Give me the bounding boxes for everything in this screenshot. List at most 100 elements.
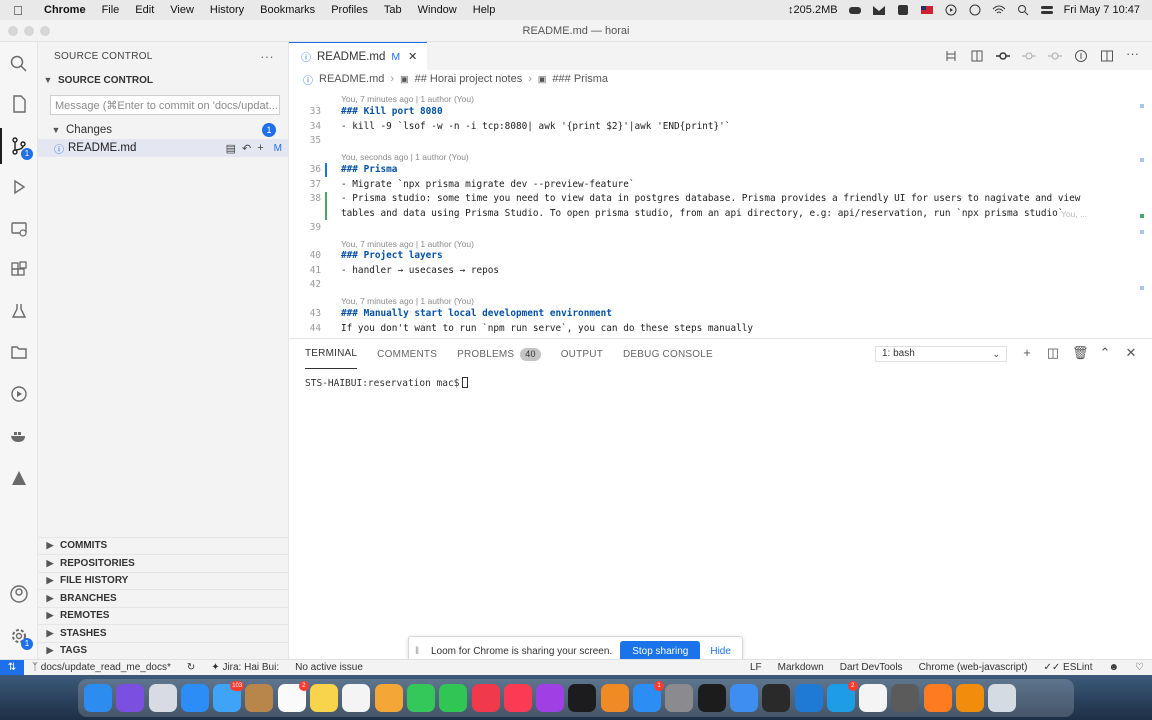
menu-edit[interactable]: Edit [127,4,162,16]
menu-window[interactable]: Window [410,4,465,16]
music-icon[interactable] [503,684,532,712]
dart-devtools[interactable]: Dart DevTools [832,662,911,673]
code-line[interactable]: 40 ### Project layers [289,249,1152,264]
manage-gear-icon[interactable]: 1 [7,624,33,650]
previous-change-icon[interactable] [1022,49,1036,63]
photos-icon[interactable] [374,684,403,712]
drag-handle-icon[interactable]: ‖ [415,646,425,657]
menu-profiles[interactable]: Profiles [323,4,376,16]
skype-icon[interactable]: 2 [826,681,858,712]
tab-output[interactable]: OUTPUT [561,339,603,369]
calculator-icon[interactable] [891,684,920,712]
vlc-icon[interactable] [956,684,985,712]
discard-changes-icon[interactable]: ↶ [242,142,251,155]
split-terminal-icon[interactable]: ◫ [1046,346,1060,360]
extensions-icon[interactable] [7,258,31,282]
section-repositories[interactable]: ▶ REPOSITORIES [38,554,289,572]
code-line[interactable]: 37 - Migrate `npx prisma migrate dev --pr… [289,178,1152,193]
explorer-icon[interactable] [7,92,31,116]
more-actions-icon[interactable]: ··· [1126,47,1140,63]
chrome-icon[interactable] [859,684,888,712]
menu-view[interactable]: View [162,4,202,16]
code-line[interactable]: 36 ### Prisma [289,163,1152,178]
docker-icon[interactable] [7,424,31,448]
menu-file[interactable]: File [94,4,128,16]
open-changes-icon[interactable] [944,49,958,63]
close-panel-icon[interactable]: ✕ [1124,346,1138,360]
finder-icon[interactable] [84,684,112,712]
language-mode[interactable]: Markdown [770,662,832,673]
terminal-icon[interactable] [697,684,726,712]
launchpad-icon[interactable] [148,684,177,712]
code-line[interactable]: 34 - kill -9 `lsof -w -n -i tcp:8080| awk… [289,120,1152,135]
search-icon[interactable] [7,52,31,76]
toggle-blame-icon[interactable] [1074,49,1088,63]
accounts-icon[interactable] [7,582,31,606]
live-share-icon[interactable] [7,382,31,406]
section-stashes[interactable]: ▶ STASHES [38,624,289,642]
play-icon[interactable] [944,4,958,16]
activity-monitor-icon[interactable] [762,684,791,712]
code-line[interactable]: 41 - handler → usecases → repos [289,264,1152,279]
notifications-bell-icon[interactable]: ♡ [1127,662,1152,673]
section-file-history[interactable]: ▶ FILE HISTORY [38,571,289,590]
open-preview-icon[interactable] [970,49,984,63]
section-remotes[interactable]: ▶ REMOTES [38,606,289,625]
contacts-icon[interactable] [245,684,274,712]
new-terminal-icon[interactable]: + [1020,346,1034,360]
commit-message-input[interactable]: Message (⌘Enter to commit on 'docs/updat… [50,95,280,115]
memory-readout[interactable]: ↕205.2MB [788,4,838,16]
menu-help[interactable]: Help [465,4,504,16]
zoom-window-button[interactable] [40,26,50,36]
run-debug-icon[interactable] [7,175,31,199]
code-line[interactable]: 35 [289,134,1152,149]
changes-group[interactable]: ▼ Changes 1 [38,121,288,139]
git-branch[interactable]: ᛉ docs/update_read_me_docs* [24,662,179,673]
minimize-window-button[interactable] [24,26,34,36]
appstore-icon[interactable]: 1 [633,681,665,712]
tv-icon[interactable] [568,684,597,712]
clock-icon[interactable] [968,4,982,16]
siri-icon[interactable] [116,684,145,712]
end-of-line[interactable]: LF [742,662,770,673]
gmail-icon[interactable] [872,4,886,16]
split-editor-icon[interactable] [1100,49,1114,63]
blame-annotation[interactable]: You, 7 minutes ago | 1 author (You) [341,295,474,307]
system-preferences-icon[interactable] [665,684,694,712]
breadcrumb-subsection[interactable]: ### Prisma [552,73,608,85]
xcode-icon[interactable] [729,684,758,712]
open-file-icon[interactable]: ▤ [226,142,236,155]
code-line[interactable]: 33 ### Kill port 8080 [289,105,1152,120]
news-icon[interactable] [471,684,500,712]
vscode-icon[interactable] [794,684,823,712]
source-control-section[interactable]: ▼ SOURCE CONTROL [38,70,288,90]
apple-menu-icon[interactable]:  [0,3,36,18]
terminal-prompt-line[interactable]: STS-HAIBUI:reservation mac$ [305,377,469,389]
control-center-icon[interactable] [1040,4,1054,16]
aws-icon[interactable] [7,466,31,490]
menu-app-name[interactable]: Chrome [36,4,94,16]
maximize-panel-icon[interactable]: ⌃ [1098,346,1112,360]
tab-terminal[interactable]: TERMINAL [305,339,358,369]
changed-file-readme[interactable]: ⓘ README.md ▤ ↶ + M [38,139,288,157]
jira-user[interactable]: ✦ Jira: Hai Bui: [203,662,287,673]
source-control-icon[interactable]: 1 [0,128,33,164]
more-actions-icon[interactable]: ··· [260,49,274,64]
close-window-button[interactable] [8,26,18,36]
tab-problems[interactable]: PROBLEMS 40 [457,339,541,369]
mail-icon[interactable]: 103 [213,681,245,712]
section-commits[interactable]: ▶ COMMITS [38,536,289,555]
firefox-icon[interactable] [923,684,952,712]
debug-target[interactable]: Chrome (web-javascript) [911,662,1036,673]
tab-comments[interactable]: COMMENTS [377,339,437,369]
close-tab-icon[interactable]: ✕ [408,50,417,63]
code-line[interactable]: 42 [289,278,1152,293]
flag-icon[interactable] [920,4,934,16]
check-shield-icon[interactable] [896,4,910,16]
gamepad-icon[interactable] [848,4,862,16]
search-icon[interactable] [1016,4,1030,16]
section-branches[interactable]: ▶ BRANCHES [38,589,289,607]
menubar-clock[interactable]: Fri May 7 10:47 [1064,4,1140,16]
remote-explorer-icon[interactable] [7,217,31,241]
code-line[interactable]: 39 [289,221,1152,236]
